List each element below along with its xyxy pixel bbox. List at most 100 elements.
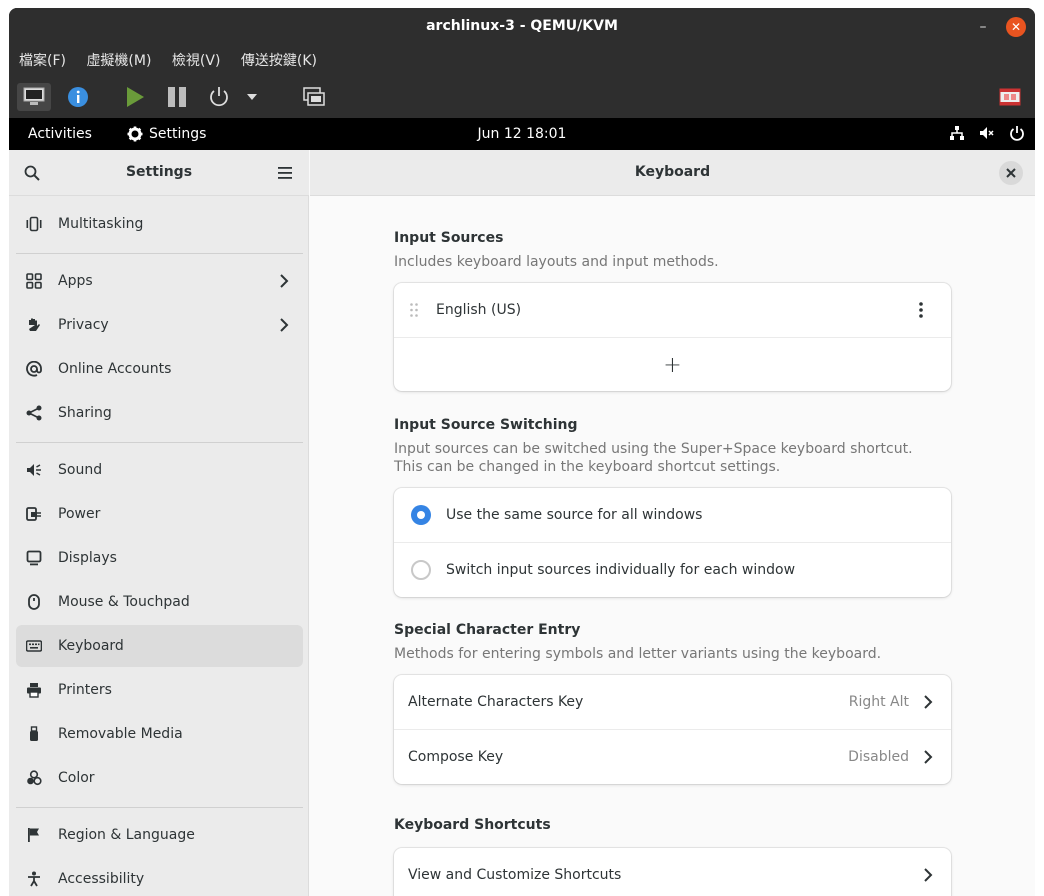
input-source-row[interactable]: English (US)	[394, 283, 951, 337]
fullscreen-button[interactable]	[297, 83, 331, 111]
title-bar: archlinux-3 - QEMU/KVM – ✕	[9, 8, 1035, 46]
hamburger-menu-icon[interactable]	[278, 166, 292, 180]
shutdown-button[interactable]	[202, 83, 236, 111]
window-title: archlinux-3 - QEMU/KVM	[426, 18, 618, 34]
flag-icon	[28, 828, 39, 842]
special-desc: Methods for entering symbols and letter …	[394, 646, 882, 662]
keyboard-icon	[26, 640, 42, 652]
system-tray[interactable]	[949, 125, 1025, 141]
sidebar-item-sharing[interactable]: Sharing	[16, 392, 303, 434]
network-icon	[950, 126, 964, 140]
details-button[interactable]	[61, 83, 95, 111]
shutdown-menu-button[interactable]	[242, 83, 262, 111]
sidebar: Settings Multitasking Apps Privacy Onlin…	[9, 150, 309, 896]
radio-label: Switch input sources individually for ea…	[446, 562, 796, 578]
row-label: Alternate Characters Key	[408, 694, 584, 710]
content-pane: Keyboard Input Sources Includes keyboard…	[310, 150, 1035, 896]
sidebar-item-label: Privacy	[58, 317, 109, 333]
pause-icon	[168, 87, 186, 107]
snapshot-button[interactable]	[993, 83, 1027, 111]
clock[interactable]: Jun 12 18:01	[9, 126, 1035, 142]
speaker-muted-icon	[980, 127, 994, 139]
sidebar-item-displays[interactable]: Displays	[16, 537, 303, 579]
row-value: Disabled	[848, 749, 909, 765]
sidebar-item-region-language[interactable]: Region & Language	[16, 814, 303, 856]
radio-per-window[interactable]: Switch input sources individually for ea…	[394, 543, 951, 597]
sidebar-item-printers[interactable]: Printers	[16, 669, 303, 711]
sidebar-header: Settings	[9, 150, 309, 196]
apps-icon	[26, 273, 42, 289]
sidebar-item-label: Multitasking	[58, 216, 144, 232]
radio-label: Use the same source for all windows	[446, 507, 703, 523]
power-plug-icon	[26, 507, 41, 521]
input-sources-title: Input Sources	[394, 230, 504, 246]
row-label: Compose Key	[408, 749, 504, 765]
sidebar-item-apps[interactable]: Apps	[16, 260, 303, 302]
color-icon	[27, 770, 42, 786]
input-sources-card: English (US) +	[394, 283, 951, 391]
minimize-button[interactable]: –	[973, 16, 993, 36]
close-button[interactable]	[999, 161, 1023, 185]
share-icon	[26, 405, 42, 421]
sidebar-item-label: Displays	[58, 550, 117, 566]
usb-icon	[30, 726, 38, 741]
page-title: Keyboard	[634, 164, 711, 180]
sidebar-item-label: Sound	[58, 462, 103, 478]
switching-title: Input Source Switching	[394, 417, 578, 433]
more-options-icon[interactable]	[919, 302, 923, 318]
sidebar-item-keyboard[interactable]: Keyboard	[16, 625, 303, 667]
sidebar-item-sound[interactable]: Sound	[16, 449, 303, 491]
content-header: Keyboard	[310, 150, 1035, 196]
sidebar-item-label: Removable Media	[58, 726, 183, 742]
sidebar-item-multitasking[interactable]: Multitasking	[16, 203, 303, 245]
view-shortcuts-row[interactable]: View and Customize Shortcuts	[394, 848, 951, 896]
sidebar-item-label: Power	[58, 506, 101, 522]
sidebar-item-privacy[interactable]: Privacy	[16, 304, 303, 346]
menu-view[interactable]: 檢視(V)	[172, 46, 221, 76]
sidebar-item-label: Online Accounts	[58, 361, 172, 377]
compose-key-row[interactable]: Compose Key Disabled	[394, 730, 951, 784]
settings-app: Settings Multitasking Apps Privacy Onlin…	[9, 150, 1035, 896]
sidebar-item-label: Mouse & Touchpad	[58, 594, 190, 610]
sidebar-item-power[interactable]: Power	[16, 493, 303, 535]
sidebar-item-color[interactable]: Color	[16, 757, 303, 799]
sidebar-item-online-accounts[interactable]: Online Accounts	[16, 348, 303, 390]
input-source-label: English (US)	[436, 302, 522, 318]
close-window-button[interactable]: ✕	[1006, 17, 1026, 37]
row-label: View and Customize Shortcuts	[408, 867, 622, 883]
alternate-characters-key-row[interactable]: Alternate Characters Key Right Alt	[394, 675, 951, 729]
switching-desc-2: This can be changed in the keyboard shor…	[394, 459, 781, 475]
add-input-source-button[interactable]: +	[394, 338, 951, 392]
radio-selected-icon[interactable]	[411, 505, 431, 525]
drag-handle-icon[interactable]	[410, 303, 418, 317]
screens-icon	[303, 87, 325, 106]
plus-icon: +	[663, 352, 682, 378]
sidebar-item-accessibility[interactable]: Accessibility	[16, 858, 303, 896]
menu-file[interactable]: 檔案(F)	[19, 46, 66, 76]
film-icon	[999, 88, 1021, 106]
chevron-right-icon	[924, 868, 933, 882]
shortcuts-title: Keyboard Shortcuts	[394, 817, 551, 833]
console-button[interactable]	[17, 83, 51, 111]
multitasking-icon	[26, 216, 42, 232]
divider	[16, 253, 303, 254]
sidebar-item-mouse-touchpad[interactable]: Mouse & Touchpad	[16, 581, 303, 623]
info-icon	[68, 87, 88, 107]
accessibility-icon	[28, 871, 40, 887]
radio-unselected-icon[interactable]	[411, 560, 431, 580]
pause-button[interactable]	[160, 83, 194, 111]
shortcuts-card: View and Customize Shortcuts	[394, 848, 951, 896]
special-card: Alternate Characters Key Right Alt Compo…	[394, 675, 951, 784]
sidebar-item-removable-media[interactable]: Removable Media	[16, 713, 303, 755]
menu-sendkey[interactable]: 傳送按鍵(K)	[241, 46, 317, 76]
hand-icon	[29, 318, 40, 331]
menu-vm[interactable]: 虛擬機(M)	[86, 46, 151, 76]
sidebar-item-label: Apps	[58, 273, 93, 289]
radio-same-source[interactable]: Use the same source for all windows	[394, 488, 951, 542]
monitor-icon	[23, 87, 45, 105]
chevron-right-icon	[924, 695, 933, 709]
sidebar-item-label: Accessibility	[58, 871, 145, 887]
run-button[interactable]	[118, 83, 152, 111]
display-icon	[26, 550, 42, 566]
sidebar-item-label: Region & Language	[58, 827, 195, 843]
